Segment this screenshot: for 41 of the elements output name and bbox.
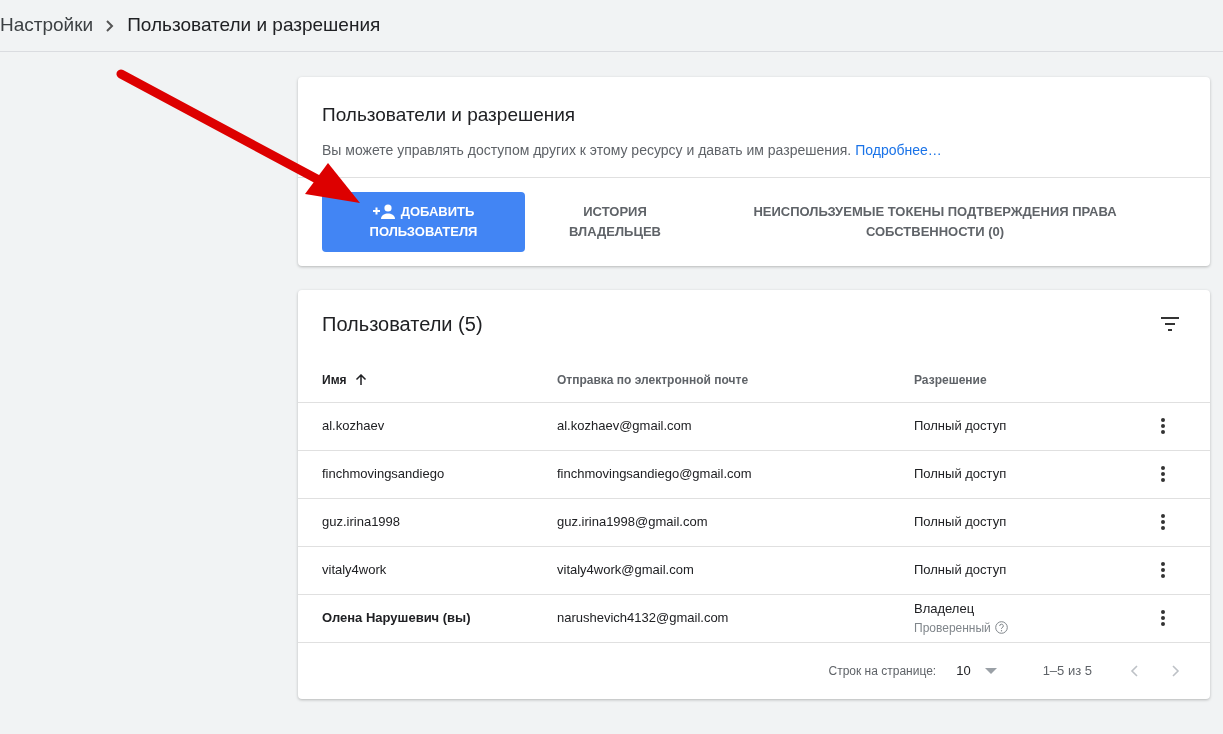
rows-per-page-select[interactable]: 10: [956, 660, 997, 681]
more-options-icon[interactable]: [1161, 610, 1165, 626]
help-icon[interactable]: [994, 621, 1008, 635]
learn-more-link[interactable]: Подробнее…: [855, 139, 942, 161]
permission-text: Владелец: [914, 600, 975, 619]
user-name: guz.irina1998: [322, 514, 401, 530]
user-email: al.kozhaev@gmail.com: [557, 418, 692, 434]
user-email: narushevich4132@gmail.com: [557, 610, 729, 626]
user-name: finchmovingsandiego: [322, 466, 445, 482]
dropdown-caret-icon: [984, 667, 997, 674]
more-options-icon[interactable]: [1161, 514, 1165, 530]
rows-per-page-label: Строк на странице:: [828, 662, 937, 680]
card-title: Пользователи (5): [322, 311, 483, 337]
user-email: guz.irina1998@gmail.com: [557, 514, 708, 530]
permission-text: Полный доступ: [914, 513, 1007, 532]
column-header[interactable]: Имя: [322, 370, 347, 389]
add-person-icon: [372, 203, 395, 219]
add-user-button[interactable]: ДОБАВИТЬ ПОЛЬЗОВАТЕЛЯ: [322, 191, 525, 252]
more-options-icon[interactable]: [1161, 418, 1165, 434]
verified-status: Проверенный: [914, 619, 991, 637]
user-email: finchmovingsandiego@gmail.com: [557, 466, 752, 482]
user-name: al.kozhaev: [322, 418, 385, 434]
user-name: Олена Нарушевич (вы): [322, 610, 471, 626]
user-email: vitaly4work@gmail.com: [557, 562, 694, 578]
text-button[interactable]: НЕИСПОЛЬЗУЕМЫЕ ТОКЕНЫ ПОДТВЕРЖДЕНИЯ ПРАВА СОБСТВЕННОСТИ (0): [725, 201, 1145, 242]
breadcrumb-link[interactable]: Настройки: [0, 11, 94, 40]
filter-icon[interactable]: [1160, 316, 1180, 331]
column-header[interactable]: Разрешение: [914, 370, 987, 389]
permission-text: Полный доступ: [914, 417, 1007, 436]
user-name: vitaly4work: [322, 562, 387, 578]
text-button[interactable]: ИСТОРИЯ ВЛАДЕЛЬЦЕВ: [545, 201, 685, 242]
page-range: 1–5 из 5: [1042, 661, 1092, 680]
permission-text: Полный доступ: [914, 465, 1007, 484]
description-text: Вы можете управлять доступом других к этому ресурсу и давать им разрешения.: [322, 140, 852, 160]
card-title: Пользователи и разрешения: [322, 103, 577, 127]
page-title: Пользователи и разрешения: [127, 13, 381, 38]
more-options-icon[interactable]: [1161, 562, 1165, 578]
chevron-right-icon: [105, 18, 116, 33]
permission-text: Полный доступ: [914, 561, 1007, 580]
column-header[interactable]: Отправка по электронной почте: [557, 370, 749, 389]
more-options-icon[interactable]: [1161, 466, 1165, 482]
